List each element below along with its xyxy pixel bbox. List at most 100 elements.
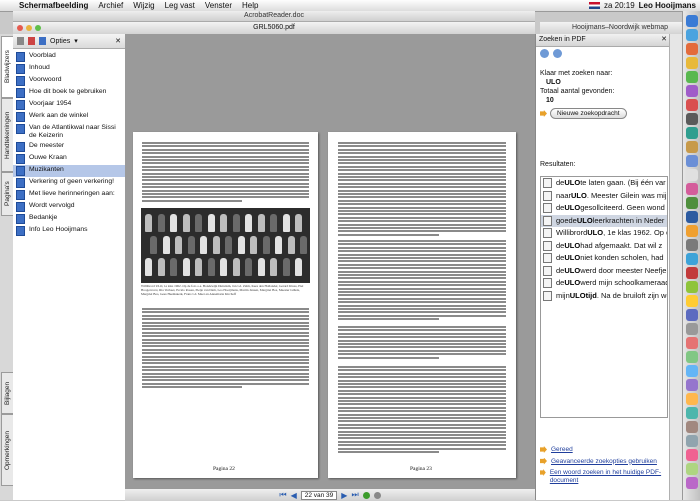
previous-page-button[interactable]: ◀ [291, 491, 297, 500]
dock-app-icon[interactable] [686, 281, 698, 293]
pdf-document-view[interactable]: Willibrord ULO, 1e klas 1962. Op de foto… [125, 34, 535, 488]
bookmark-item[interactable]: Info Leo Hooijmans [13, 225, 125, 237]
bookmark-item[interactable]: Met lieve herinneringen aan: [13, 189, 125, 201]
bookmark-item[interactable]: Inhoud [13, 63, 125, 75]
bookmark-item[interactable]: Voorjaar 1954 [13, 99, 125, 111]
search-panel-scrollbar[interactable] [669, 34, 683, 500]
dock-app-icon[interactable] [686, 253, 698, 265]
clock[interactable]: za 20:19 [604, 1, 635, 10]
dock-app-icon[interactable] [686, 85, 698, 97]
dutch-flag-icon[interactable] [588, 2, 600, 9]
dock-app-icon[interactable] [686, 71, 698, 83]
dock-app-icon[interactable] [686, 155, 698, 167]
dock-app-icon[interactable] [686, 435, 698, 447]
bookmark-item[interactable]: Hoe dit boek te gebruiken [13, 87, 125, 99]
back-arrow-icon[interactable] [540, 49, 549, 58]
bookmark-item[interactable]: Wordt vervolgd [13, 201, 125, 213]
search-result-item[interactable]: de ULO werd mijn schoolkameraad [541, 277, 667, 290]
page-number-field[interactable]: 22 van 39 [300, 490, 338, 500]
dock-app-icon[interactable] [686, 295, 698, 307]
photo-figure [257, 258, 265, 276]
dock-app-icon[interactable] [686, 393, 698, 405]
zoom-window-icon[interactable] [35, 25, 41, 31]
back-window-title[interactable]: AcrobatReader.doc [13, 11, 535, 22]
close-panel-icon[interactable]: ✕ [115, 37, 121, 45]
new-bookmark-icon[interactable] [28, 37, 35, 45]
dock-app-icon[interactable] [686, 407, 698, 419]
dock-app-icon[interactable] [686, 267, 698, 279]
text-line [338, 396, 506, 399]
dock-app-icon[interactable] [686, 337, 698, 349]
dock-app-icon[interactable] [686, 113, 698, 125]
bookmark-item[interactable]: Voorwoord [13, 75, 125, 87]
menu-help[interactable]: Help [237, 1, 263, 10]
menu-wijzig[interactable]: Wijzig [128, 1, 159, 10]
search-current-document-link[interactable]: Een woord zoeken in het huidige PDF-docu… [536, 467, 670, 486]
options-menu[interactable]: Opties [50, 38, 70, 45]
dock-app-icon[interactable] [686, 351, 698, 363]
options-dropdown-icon[interactable]: ▾ [74, 37, 78, 45]
bookmark-item[interactable]: Voorblad [13, 51, 125, 63]
done-link[interactable]: Gereed [536, 444, 670, 456]
search-results-list[interactable]: de ULO te laten gaan. (Bij één var naar U… [540, 176, 668, 418]
dock-app-icon[interactable] [686, 449, 698, 461]
dock-app-icon[interactable] [686, 43, 698, 55]
forward-arrow-icon[interactable] [553, 49, 562, 58]
dock-app-icon[interactable] [686, 57, 698, 69]
bookmark-item[interactable]: Van de Atlantikwal naar Sissi de Keizeri… [13, 123, 125, 141]
bookmark-item[interactable]: De meester [13, 141, 125, 153]
search-result-item[interactable]: de ULO werd door meester Neefje [541, 265, 667, 278]
dock-app-icon[interactable] [686, 183, 698, 195]
search-result-item[interactable]: de ULO gesollciteerd. Geen wond [541, 202, 667, 215]
dock-app-icon[interactable] [686, 15, 698, 27]
text-line [142, 325, 309, 327]
photo-figure [157, 214, 165, 232]
bookmark-item[interactable]: Verkering of geen verkering! [13, 177, 125, 189]
trash-icon[interactable] [17, 37, 24, 45]
search-result-item[interactable]: Willibrord ULO, 1e klas 1962. Op de [541, 227, 667, 240]
search-result-item[interactable]: mijn ULOtijd. Na de bruiloft zijn we [541, 290, 667, 303]
bookmark-item[interactable]: Bedankje [13, 213, 125, 225]
go-forward-icon[interactable] [373, 491, 381, 499]
dock-app-icon[interactable] [686, 379, 698, 391]
menu-archief[interactable]: Archief [93, 1, 128, 10]
search-result-item[interactable]: de ULO niet konden scholen, had [541, 252, 667, 265]
user-name[interactable]: Leo Hooijmans [639, 1, 696, 10]
dock-app-icon[interactable] [686, 169, 698, 181]
dock-app-icon[interactable] [686, 197, 698, 209]
next-page-button[interactable]: ▶ [341, 491, 347, 500]
search-result-item[interactable]: goede ULO leerkrachten in Neder [541, 214, 667, 227]
dock-app-icon[interactable] [686, 323, 698, 335]
dock-app-icon[interactable] [686, 29, 698, 41]
dock-app-icon[interactable] [686, 211, 698, 223]
search-result-item[interactable]: de ULO had afgemaakt. Dat wil z [541, 240, 667, 253]
minimize-window-icon[interactable] [26, 25, 32, 31]
menu-app-name[interactable]: Schermafbeelding [14, 1, 93, 10]
close-search-icon[interactable]: ✕ [661, 34, 667, 46]
dock-app-icon[interactable] [686, 365, 698, 377]
dock-app-icon[interactable] [686, 141, 698, 153]
dock-app-icon[interactable] [686, 309, 698, 321]
bookmark-item[interactable]: Muzikanten [13, 165, 125, 177]
last-page-button[interactable]: ⏭ [351, 490, 358, 500]
go-back-icon[interactable] [362, 491, 370, 499]
close-window-icon[interactable] [17, 25, 23, 31]
dock-app-icon[interactable] [686, 477, 698, 489]
photo-figure [282, 258, 290, 276]
dock-app-icon[interactable] [686, 225, 698, 237]
search-result-item[interactable]: naar ULO. Meester Gilein was mijn [541, 190, 667, 203]
menu-venster[interactable]: Venster [200, 1, 237, 10]
dock-app-icon[interactable] [686, 127, 698, 139]
dock-app-icon[interactable] [686, 421, 698, 433]
menu-leg-vast[interactable]: Leg vast [160, 1, 200, 10]
dock-app-icon[interactable] [686, 239, 698, 251]
bookmark-item[interactable]: Ouwe Kraan [13, 153, 125, 165]
search-result-item[interactable]: de ULO te laten gaan. (Bij één var [541, 177, 667, 190]
dock-app-icon[interactable] [686, 463, 698, 475]
dock-app-icon[interactable] [686, 99, 698, 111]
expand-bookmark-icon[interactable] [39, 37, 46, 45]
bookmark-item[interactable]: Werk aan de winkel [13, 111, 125, 123]
advanced-search-link[interactable]: Geavanceerde zoekopties gebruiken [536, 456, 670, 468]
new-search-button[interactable]: Nieuwe zoekopdracht [550, 108, 627, 119]
first-page-button[interactable]: ⏮ [279, 490, 286, 500]
